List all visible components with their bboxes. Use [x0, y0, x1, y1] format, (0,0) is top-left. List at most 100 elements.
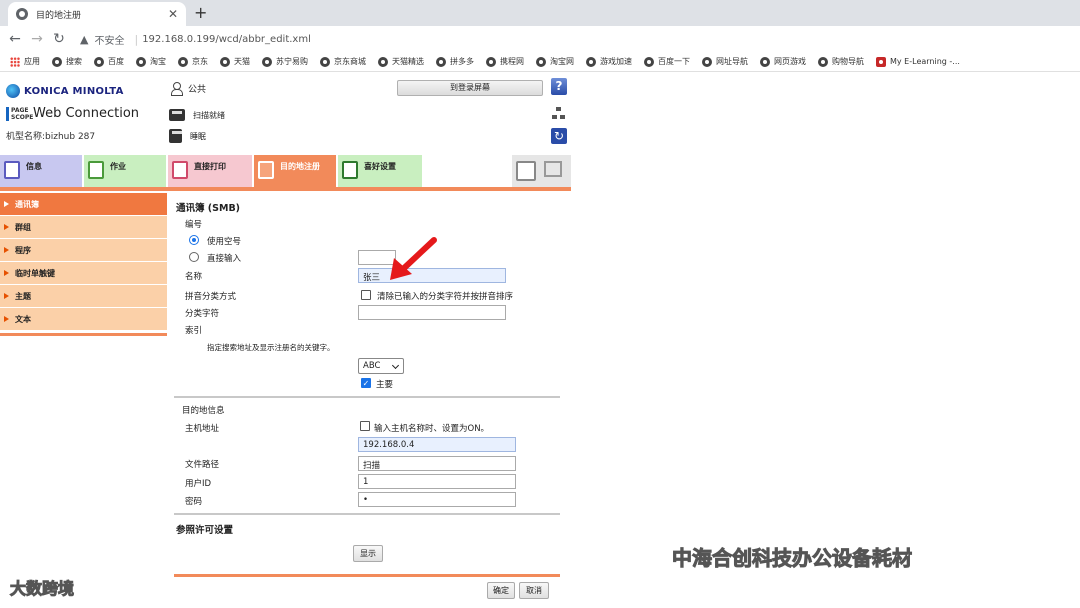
bookmark-item[interactable]: 天猫精选	[378, 56, 424, 67]
browser-tab[interactable]: 目的地注册 ✕	[8, 2, 186, 26]
tab-info[interactable]: 信息	[0, 155, 82, 187]
host-address-input[interactable]: 192.168.0.4	[358, 437, 516, 452]
browser-toolbar: ← → ↻ ▲ 不安全 | 192.168.0.199/wcd/abbr_edi…	[0, 26, 1080, 52]
bookmark-item[interactable]: 网址导航	[702, 56, 748, 67]
globe-icon	[436, 56, 446, 67]
sort-char-input[interactable]	[358, 305, 506, 320]
reference-permission-title: 参照许可设置	[176, 525, 234, 536]
dest-info-label: 目的地信息	[182, 406, 225, 416]
globe-icon	[52, 56, 62, 67]
user-name: 公共	[188, 85, 207, 95]
globe-icon	[94, 56, 104, 67]
menu-label: 程序	[15, 245, 31, 255]
printer-icon	[169, 129, 182, 143]
arrow-right-icon	[4, 247, 9, 253]
bookmark-item[interactable]: 搜索	[52, 56, 82, 67]
file-path-input[interactable]: 扫描	[358, 456, 516, 471]
forward-icon[interactable]: →	[26, 31, 48, 47]
globe-icon	[262, 56, 272, 67]
bookmark-item[interactable]: 京东商城	[320, 56, 366, 67]
main-checkbox[interactable]: ✓	[361, 378, 371, 388]
globe-icon	[136, 56, 146, 67]
password-input[interactable]: •	[358, 492, 516, 507]
index-note: 指定搜索地址及显示注册名的关键字。	[207, 343, 335, 352]
menu-group[interactable]: 群组	[0, 216, 167, 238]
watermark-right: 中海合创科技办公设备耗材	[672, 546, 913, 571]
bookmark-item[interactable]: 天猫	[220, 56, 250, 67]
user-id-input[interactable]: 1	[358, 474, 516, 489]
bookmark-item[interactable]: 京东	[178, 56, 208, 67]
bookmark-label: 购物导航	[832, 57, 864, 66]
bookmark-label: 天猫精选	[392, 57, 424, 66]
bookmark-item[interactable]: 携程网	[486, 56, 524, 67]
menu-label: 文本	[15, 314, 31, 324]
elearning-icon	[876, 56, 886, 67]
bookmark-label: 网页游戏	[774, 57, 806, 66]
pinyin-checkbox[interactable]	[361, 290, 371, 300]
close-tab-button[interactable]: ✕	[168, 7, 178, 21]
arrow-right-icon	[4, 224, 9, 230]
bookmark-item[interactable]: 游戏加速	[586, 56, 632, 67]
tab-job[interactable]: 作业	[84, 155, 166, 187]
bookmark-label: 天猫	[234, 57, 250, 66]
host-name-checkbox[interactable]	[360, 421, 370, 431]
tab-preferences[interactable]: 喜好设置	[338, 155, 422, 187]
scan-status: 扫描就绪	[169, 109, 225, 121]
direct-input-radio[interactable]	[189, 252, 199, 262]
bookmark-item[interactable]: 苏宁易购	[262, 56, 308, 67]
warning-icon: ▲	[80, 32, 89, 46]
help-icon[interactable]: ?	[551, 78, 567, 95]
tab-destination-register[interactable]: 目的地注册	[254, 155, 336, 187]
globe-icon	[586, 56, 596, 67]
tab-admin[interactable]	[512, 155, 571, 187]
index-select[interactable]: ABC	[358, 358, 404, 374]
address-separator: |	[134, 32, 139, 46]
back-icon[interactable]: ←	[4, 31, 26, 47]
bookmark-label: 携程网	[500, 57, 524, 66]
cancel-button[interactable]: 取消	[519, 582, 549, 599]
menu-label: 通讯簿	[15, 199, 39, 209]
menu-program[interactable]: 程序	[0, 239, 167, 261]
pagescope-logo: PAGE SCOPE Web Connection	[6, 106, 139, 121]
product-name: Web Connection	[33, 106, 140, 121]
menu-text[interactable]: 文本	[0, 308, 167, 330]
display-button[interactable]: 显示	[353, 545, 383, 562]
use-free-number-radio[interactable]	[189, 235, 199, 245]
bookmark-apps[interactable]: 应用	[10, 56, 40, 67]
annotation-arrow-icon	[390, 237, 437, 280]
pagescope-mark: PAGE SCOPE	[6, 106, 33, 121]
left-menu: 通讯簿 群组 程序 临时单触键 主题 文本	[0, 193, 167, 331]
bookmark-label: My E-Learning -...	[890, 57, 960, 66]
bookmark-item[interactable]: My E-Learning -...	[876, 56, 960, 67]
menu-temp-one-touch[interactable]: 临时单触键	[0, 262, 167, 284]
tab-direct-print[interactable]: 直接打印	[168, 155, 252, 187]
bookmark-item[interactable]: 购物导航	[818, 56, 864, 67]
destination-icon	[258, 161, 274, 179]
tab-label: 喜好设置	[364, 162, 396, 171]
login-screen-button[interactable]: 到登录屏幕	[397, 80, 543, 96]
bookmark-item[interactable]: 淘宝网	[536, 56, 574, 67]
address-bar[interactable]: ▲ 不安全 | 192.168.0.199/wcd/abbr_edit.xml	[80, 32, 311, 47]
tab-underline	[0, 187, 571, 191]
bookmark-item[interactable]: 百度	[94, 56, 124, 67]
menu-subject[interactable]: 主题	[0, 285, 167, 307]
number-label: 编号	[185, 220, 203, 230]
url-text: 192.168.0.199/wcd/abbr_edit.xml	[142, 33, 311, 45]
direct-input-label: 直接输入	[207, 254, 242, 264]
reload-icon[interactable]: ↻	[48, 31, 70, 47]
bookmark-item[interactable]: 网页游戏	[760, 56, 806, 67]
globe-icon	[536, 56, 546, 67]
bookmark-label: 京东商城	[334, 57, 366, 66]
new-tab-button[interactable]: +	[194, 3, 207, 22]
bookmark-label: 苏宁易购	[276, 57, 308, 66]
main-tabs: 信息 作业 直接打印 目的地注册 喜好设置	[0, 155, 571, 187]
bookmark-label: 拼多多	[450, 57, 474, 66]
bookmark-item[interactable]: 拼多多	[436, 56, 474, 67]
menu-address-book[interactable]: 通讯簿	[0, 193, 167, 215]
bookmark-item[interactable]: 百度一下	[644, 56, 690, 67]
bookmark-label: 网址导航	[716, 57, 748, 66]
refresh-icon[interactable]: ↻	[551, 128, 567, 144]
scan-status-text: 扫描就绪	[193, 110, 225, 120]
ok-button[interactable]: 确定	[487, 582, 515, 599]
bookmark-item[interactable]: 淘宝	[136, 56, 166, 67]
